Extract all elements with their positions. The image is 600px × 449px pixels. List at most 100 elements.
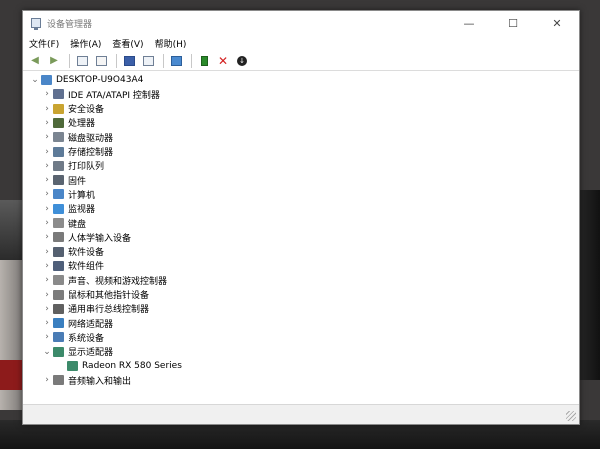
menu-help[interactable]: 帮助(H) [155,37,187,50]
chevron-right-icon[interactable]: › [41,232,53,242]
window-title: 设备管理器 [47,19,93,30]
tree-item-label: 软件设备 [68,248,105,259]
minimize-button[interactable]: — [447,11,491,35]
menu-bar: 文件(F) 操作(A) 查看(V) 帮助(H) [23,35,579,51]
tree-item-label: 固件 [68,176,87,187]
forward-arrow-icon[interactable]: ▶ [46,53,62,69]
device-category-icon [53,346,64,357]
toolbar: ◀ ▶ ✕ ↓ [23,51,579,71]
chevron-right-icon[interactable]: › [41,175,53,185]
device-category-icon [53,289,64,300]
device-category-icon [53,146,64,157]
tree-category-item[interactable]: › 通用串行总线控制器 [41,302,149,316]
device-category-icon [53,89,64,100]
device-category-icon [53,275,64,286]
maximize-button[interactable]: ☐ [491,11,535,35]
title-bar[interactable]: 设备管理器 — ☐ ✕ [23,11,579,35]
tree-child-item[interactable]: Radeon RX 580 Series [55,359,182,373]
uninstall-x-icon[interactable]: ✕ [215,53,231,69]
tree-category-item[interactable]: › 网络适配器 [41,316,113,330]
chevron-right-icon[interactable]: › [41,132,53,142]
device-category-icon [53,375,64,386]
tree-item-label: 处理器 [68,119,96,130]
chevron-right-icon[interactable]: › [41,147,53,157]
tree-category-item[interactable]: › 监视器 [41,202,95,216]
chevron-right-icon[interactable]: › [41,204,53,214]
chevron-right-icon[interactable]: › [41,89,53,99]
tree-item-label: 显示适配器 [68,348,114,359]
device-category-icon [53,260,64,271]
tree-category-item[interactable]: › 固件 [41,173,86,187]
device-category-icon [53,318,64,329]
tree-item-label: 网络适配器 [68,319,114,330]
device-category-icon [53,246,64,257]
device-category-icon [53,103,64,114]
tree-category-item[interactable]: › 安全设备 [41,102,104,116]
tree-category-item[interactable]: › 处理器 [41,116,95,130]
tree-item-label: 音频输入和输出 [68,376,132,387]
device-category-icon [53,203,64,214]
help-icon[interactable] [121,53,137,69]
tree-root[interactable]: ⌄ DESKTOP-U9O43A4 [29,73,143,87]
resize-grip[interactable] [566,411,576,421]
chevron-right-icon[interactable]: › [41,118,53,128]
tree-item-label: 鼠标和其他指针设备 [68,291,150,301]
tree-category-item[interactable]: › 系统设备 [41,330,104,344]
tree-category-item[interactable]: › 软件设备 [41,245,104,259]
tree-item-label: 通用串行总线控制器 [68,305,150,316]
download-icon[interactable]: ↓ [234,53,250,69]
tree-category-item[interactable]: › 磁盘驱动器 [41,130,113,144]
back-arrow-icon[interactable]: ◀ [27,53,43,69]
chevron-right-icon[interactable]: › [41,218,53,228]
device-category-icon [53,132,64,143]
computer-icon [41,75,52,85]
tree-item-label: 计算机 [68,190,96,201]
list-view-icon[interactable] [93,53,109,69]
close-button[interactable]: ✕ [535,11,579,35]
tree-category-item[interactable]: › 音频输入和输出 [41,373,131,387]
tree-item-label: 存储控制器 [68,148,114,158]
chevron-right-icon[interactable]: › [41,304,53,314]
device-category-icon [53,218,64,228]
tree-category-item[interactable]: › 计算机 [41,187,95,201]
resources-icon[interactable] [140,53,156,69]
chevron-down-icon[interactable]: ⌄ [41,347,53,357]
menu-view[interactable]: 查看(V) [112,37,143,50]
tree-category-item[interactable]: › IDE ATA/ATAPI 控制器 [41,87,160,101]
chevron-right-icon[interactable]: › [41,332,53,342]
chevron-right-icon[interactable]: › [41,247,53,257]
tree-item-label: Radeon RX 580 Series [82,361,182,371]
device-category-icon [67,361,78,371]
chevron-right-icon[interactable]: › [41,318,53,328]
tree-item-label: 系统设备 [68,333,105,344]
tree-category-item[interactable]: › 存储控制器 [41,145,113,159]
menu-action[interactable]: 操作(A) [70,37,101,50]
tree-category-item[interactable]: › 打印队列 [41,159,104,173]
tree-item-label: 键盘 [68,219,87,230]
root-label: DESKTOP-U9O43A4 [56,75,144,85]
chevron-right-icon[interactable]: › [41,275,53,285]
tree-item-label: 软件组件 [68,262,105,273]
tree-category-item[interactable]: › 鼠标和其他指针设备 [41,288,149,302]
tree-category-item[interactable]: › 人体学输入设备 [41,230,131,244]
chevron-right-icon[interactable]: › [41,290,53,300]
chevron-down-icon[interactable]: ⌄ [29,75,41,85]
tree-item-label: 安全设备 [68,105,105,116]
tree-category-item[interactable]: ⌄ 显示适配器 [41,345,113,359]
chevron-right-icon[interactable]: › [41,261,53,271]
tree-category-item[interactable]: › 声音、视频和游戏控制器 [41,273,167,287]
tree-item-label: 监视器 [68,205,96,216]
chevron-right-icon[interactable]: › [41,104,53,114]
update-driver-icon[interactable] [196,53,212,69]
monitor-icon[interactable] [168,53,184,69]
device-category-icon [53,189,64,200]
chevron-right-icon[interactable]: › [41,189,53,199]
chevron-right-icon[interactable]: › [41,161,53,171]
properties-icon[interactable] [74,53,90,69]
tree-category-item[interactable]: › 软件组件 [41,259,104,273]
menu-file[interactable]: 文件(F) [29,37,59,50]
tree-category-item[interactable]: › 键盘 [41,216,86,230]
device-manager-icon [31,18,41,30]
chevron-right-icon[interactable]: › [41,375,53,385]
status-bar [23,404,579,424]
